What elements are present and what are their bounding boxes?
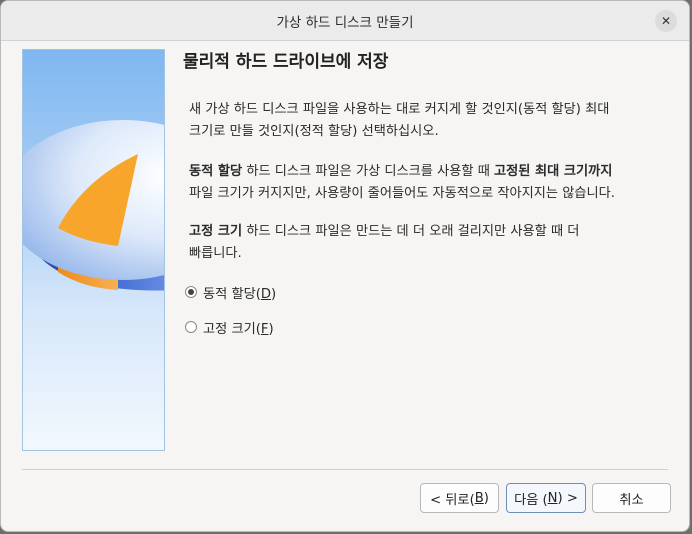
fixed-paragraph: 고정 크기 하드 디스크 파일은 만드는 데 더 오래 걸리지만 사용할 때 더… <box>189 221 669 265</box>
window-title: 가상 하드 디스크 만들기 <box>276 14 414 31</box>
dynamic-emphasis: 고정된 최대 크기까지 <box>494 164 613 179</box>
cancel-button[interactable]: 취소 <box>592 483 671 513</box>
intro-paragraph: 새 가상 하드 디스크 파일을 사용하는 대로 커지게 할 것인지(동적 할당)… <box>189 99 669 143</box>
radio-dynamic-indicator[interactable] <box>185 286 197 298</box>
dynamic-term: 동적 할당 <box>189 164 243 179</box>
page-title: 물리적 하드 드라이브에 저장 <box>183 52 389 72</box>
radio-fixed-indicator[interactable] <box>185 321 197 333</box>
fixed-text: 하드 디스크 파일은 만드는 데 더 오래 걸리지만 사용할 때 더 <box>242 224 580 239</box>
watermark-panel <box>22 49 165 451</box>
radio-fixed-label[interactable]: 고정 크기(F) <box>203 318 274 337</box>
close-button[interactable]: ✕ <box>655 10 677 32</box>
fixed-line-2: 빠릅니다. <box>189 246 242 261</box>
intro-line-1: 새 가상 하드 디스크 파일을 사용하는 대로 커지게 할 것인지(동적 할당)… <box>189 102 610 117</box>
fixed-term: 고정 크기 <box>189 224 243 239</box>
radio-dynamic-label[interactable]: 동적 할당(D) <box>203 283 276 302</box>
dialog-window: 가상 하드 디스크 만들기 ✕ 물리적 하드 드라이브에 저장 새 가상 하드 … <box>0 0 690 532</box>
footer-separator <box>22 469 668 470</box>
disk-pie-icon <box>23 120 164 291</box>
close-icon: ✕ <box>660 14 672 28</box>
dynamic-text: 하드 디스크 파일은 가상 디스크를 사용할 때 <box>242 164 495 179</box>
titlebar: 가상 하드 디스크 만들기 ✕ <box>1 1 689 41</box>
back-button[interactable]: < 뒤로(B) <box>420 483 499 513</box>
fixed-line-1: 고정 크기 하드 디스크 파일은 만드는 데 더 오래 걸리지만 사용할 때 더 <box>189 221 669 243</box>
radio-fixed[interactable]: 고정 크기(F) <box>185 317 274 337</box>
dynamic-line-1: 동적 할당 하드 디스크 파일은 가상 디스크를 사용할 때 고정된 최대 크기… <box>189 161 669 183</box>
radio-dynamic[interactable]: 동적 할당(D) <box>185 282 276 302</box>
dynamic-line-2: 파일 크기가 커지지만, 사용량이 줄어들어도 자동적으로 작아지지는 않습니다… <box>189 186 615 201</box>
dynamic-paragraph: 동적 할당 하드 디스크 파일은 가상 디스크를 사용할 때 고정된 최대 크기… <box>189 161 669 205</box>
next-button[interactable]: 다음 (N) > <box>506 483 586 513</box>
content-area: 물리적 하드 드라이브에 저장 <box>183 51 673 73</box>
intro-line-2: 크기로 만들 것인지(정적 할당) 선택하십시오. <box>189 124 439 139</box>
